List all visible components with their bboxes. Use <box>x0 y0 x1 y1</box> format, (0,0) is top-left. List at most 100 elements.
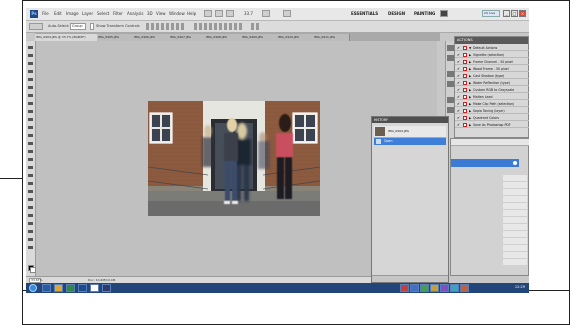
action-item[interactable]: ✔ ▼ Default Actions <box>455 45 529 51</box>
minibridge-icon[interactable] <box>215 10 223 17</box>
brush-tool-icon[interactable] <box>27 101 34 107</box>
tab-img-0911[interactable]: IMG_0911.JPG <box>313 34 350 41</box>
action-item[interactable]: ✔ ▶ Quadrant Colors <box>455 115 529 121</box>
menu-help[interactable]: Help <box>187 11 196 16</box>
workspace-painting[interactable]: PAINTING <box>414 11 435 16</box>
tray-icon-6[interactable] <box>450 284 459 292</box>
auto-select-dropdown[interactable]: Group <box>70 23 86 30</box>
auto-align-icon[interactable] <box>251 23 261 30</box>
visibility-eye-icon[interactable] <box>513 161 517 165</box>
lasso-tool-icon[interactable] <box>27 61 34 67</box>
ruler-tool-icon[interactable] <box>27 245 34 251</box>
screen-mode-icon[interactable] <box>226 10 234 17</box>
menu-edit[interactable]: Edit <box>54 11 62 16</box>
eraser-tool-icon[interactable] <box>27 125 34 131</box>
taskbar-media-icon[interactable] <box>66 284 75 292</box>
workspace-essentials[interactable]: ESSENTIALS <box>351 11 378 16</box>
disclosure-triangle-icon[interactable]: ▶ <box>469 108 471 114</box>
menu-image[interactable]: Image <box>66 11 79 16</box>
swatches-panel-icon[interactable] <box>447 55 454 61</box>
close-icon[interactable]: × <box>519 10 526 17</box>
action-item[interactable]: ✔ ▶ Sepia Toning (layer) <box>455 108 529 114</box>
transform-checkbox[interactable] <box>90 23 94 30</box>
align-icons[interactable] <box>146 23 186 30</box>
move-tool-icon[interactable] <box>27 45 34 51</box>
check-icon[interactable]: ✔ <box>457 95 461 99</box>
dialog-toggle-icon[interactable] <box>463 81 467 85</box>
dialog-toggle-icon[interactable] <box>463 53 467 57</box>
check-icon[interactable]: ✔ <box>457 67 461 71</box>
clone-source-panel-icon[interactable] <box>447 107 454 113</box>
zoom-level[interactable]: 33.7 <box>244 11 253 16</box>
history-brush-tool-icon[interactable] <box>27 117 34 123</box>
blur-tool-icon[interactable] <box>27 141 34 147</box>
action-item[interactable]: ✔ ▶ Frame Channel - 50 pixel <box>455 59 529 65</box>
menu-view[interactable]: View <box>156 11 166 16</box>
taskbar-word-icon[interactable] <box>90 284 99 292</box>
history-panel-title[interactable]: HISTORY <box>372 117 448 123</box>
layers-panel-header[interactable] <box>451 139 529 146</box>
marquee-tool-icon[interactable] <box>27 53 34 59</box>
adjustments-panel-icon[interactable] <box>447 71 454 77</box>
dialog-toggle-icon[interactable] <box>463 46 467 50</box>
path-select-tool-icon[interactable] <box>27 173 34 179</box>
disclosure-triangle-icon[interactable]: ▶ <box>469 52 471 58</box>
disclosure-triangle-icon[interactable]: ▼ <box>469 45 471 51</box>
dialog-toggle-icon[interactable] <box>463 109 467 113</box>
dialog-toggle-icon[interactable] <box>463 95 467 99</box>
tab-img-0909[interactable]: IMG_0909.JPG <box>241 34 278 41</box>
taskbar-ie-icon[interactable] <box>42 284 51 292</box>
check-icon[interactable]: ✔ <box>457 53 461 57</box>
history-snapshot[interactable]: IMG_0904.JPG <box>374 126 446 138</box>
arrange-icon[interactable] <box>262 10 270 17</box>
disclosure-triangle-icon[interactable]: ▶ <box>469 59 471 65</box>
document-photo[interactable] <box>148 101 320 216</box>
tab-img-0905[interactable]: IMG_0905.JPG <box>97 34 134 41</box>
3d-rotate-tool-icon[interactable] <box>27 189 34 195</box>
tray-icon-7[interactable] <box>460 284 469 292</box>
menu-layer[interactable]: Layer <box>82 11 93 16</box>
actions-panel-title[interactable]: ACTIONS <box>455 37 528 44</box>
tab-img-0904[interactable]: IMG_0904.JPG @ 33.7% (RGB/8*) <box>35 34 98 41</box>
check-icon[interactable]: ✔ <box>457 60 461 64</box>
menu-select[interactable]: Select <box>97 11 109 16</box>
action-item[interactable]: ✔ ▶ Make Clip Path (selection) <box>455 101 529 107</box>
disclosure-triangle-icon[interactable]: ▶ <box>469 66 471 72</box>
action-item[interactable]: ✔ ▶ Custom RGB to Grayscale <box>455 87 529 93</box>
tab-img-0907[interactable]: IMG_0907.JPG <box>169 34 206 41</box>
note-tool-icon[interactable] <box>27 229 34 235</box>
clone-stamp-tool-icon[interactable] <box>27 109 34 115</box>
check-icon[interactable]: ✔ <box>457 74 461 78</box>
quick-select-tool-icon[interactable] <box>27 69 34 75</box>
dialog-toggle-icon[interactable] <box>463 123 467 127</box>
disclosure-triangle-icon[interactable]: ▶ <box>469 80 471 86</box>
crop-tool-icon[interactable] <box>27 77 34 83</box>
dialog-toggle-icon[interactable] <box>463 74 467 78</box>
dialog-toggle-icon[interactable] <box>463 60 467 64</box>
type-tool-icon[interactable] <box>27 165 34 171</box>
check-icon[interactable]: ✔ <box>457 109 461 113</box>
action-item[interactable]: ✔ ▶ Vignette (selection) <box>455 52 529 58</box>
tray-icon-2[interactable] <box>410 284 419 292</box>
tab-img-0910[interactable]: IMG_0910.JPG <box>277 34 314 41</box>
brush-panel-icon[interactable] <box>447 97 454 103</box>
disclosure-triangle-icon[interactable]: ▶ <box>469 73 471 79</box>
action-item[interactable]: ✔ ▶ Wood Frame - 50 pixel <box>455 66 529 72</box>
tray-icon-3[interactable] <box>420 284 429 292</box>
menu-filter[interactable]: Filter <box>113 11 123 16</box>
action-item[interactable]: ✔ ▶ Save As Photoshop PDF <box>455 122 529 128</box>
dodge-tool-icon[interactable] <box>27 149 34 155</box>
action-item[interactable]: ✔ ▶ Cast Shadow (type) <box>455 73 529 79</box>
move-tool-preset-icon[interactable] <box>29 23 43 30</box>
dialog-toggle-icon[interactable] <box>463 67 467 71</box>
check-icon[interactable]: ✔ <box>457 81 461 85</box>
disclosure-triangle-icon[interactable]: ▶ <box>469 87 471 93</box>
bridge-icon[interactable] <box>204 10 212 17</box>
check-icon[interactable]: ✔ <box>457 123 461 127</box>
tray-icon-4[interactable] <box>430 284 439 292</box>
taskbar-app-icon[interactable] <box>102 284 111 292</box>
minimize-icon[interactable]: _ <box>503 10 510 17</box>
check-icon[interactable]: ✔ <box>457 88 461 92</box>
disclosure-triangle-icon[interactable]: ▶ <box>469 122 471 128</box>
healing-brush-tool-icon[interactable] <box>27 93 34 99</box>
